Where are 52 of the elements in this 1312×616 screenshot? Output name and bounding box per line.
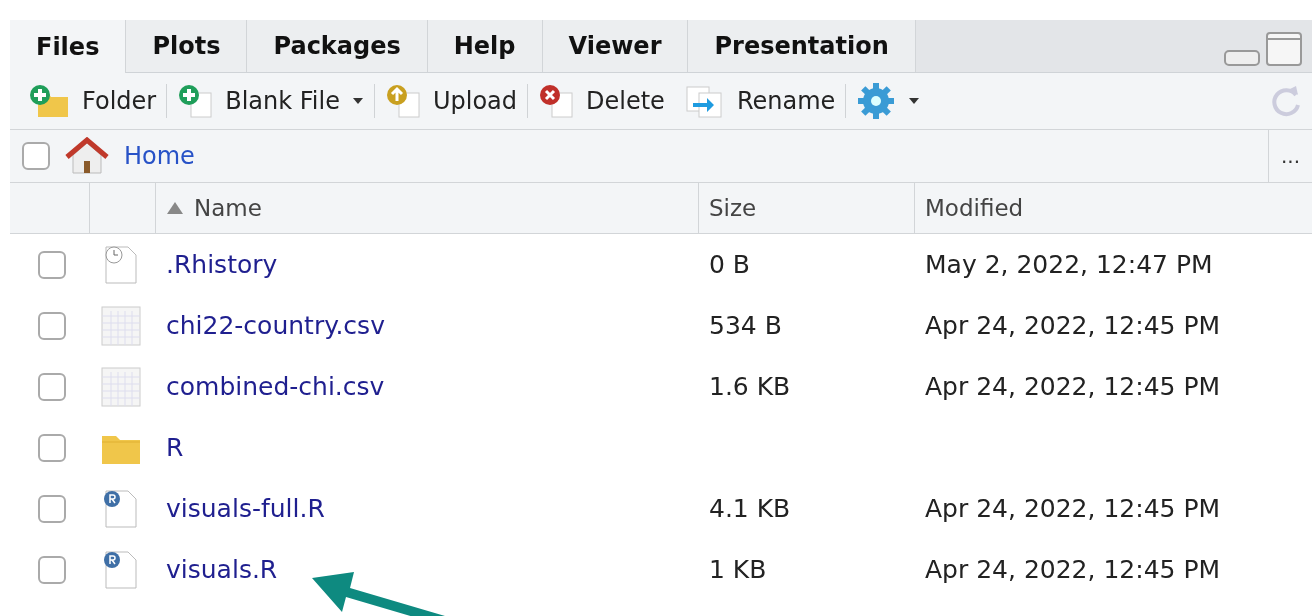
minimize-icon[interactable]: [1224, 50, 1260, 66]
row-checkbox[interactable]: [38, 311, 66, 340]
modified-column-header[interactable]: Modified: [915, 183, 1312, 234]
column-label: Name: [194, 195, 262, 221]
tab[interactable]: Presentation: [688, 20, 916, 72]
file-name-link[interactable]: combined-chi.csv: [166, 372, 385, 401]
modified-date: Apr 24, 2022, 12:45 PM: [925, 494, 1221, 523]
new-file-icon: [177, 83, 214, 119]
tab[interactable]: Packages: [247, 20, 428, 72]
sort-ascending-icon: [166, 201, 184, 215]
file-name-link[interactable]: visuals-full.R: [166, 494, 325, 523]
modified-date: Apr 24, 2022, 12:45 PM: [925, 311, 1221, 340]
tab[interactable]: Help: [427, 20, 543, 72]
row-checkbox[interactable]: [38, 372, 66, 401]
name-column-header[interactable]: Name: [156, 183, 699, 234]
file-size: 1.6 KB: [709, 372, 791, 401]
row-checkbox[interactable]: [38, 250, 66, 279]
tab[interactable]: Viewer: [542, 20, 689, 72]
upload-icon: [384, 83, 421, 119]
rename-icon: [684, 83, 725, 119]
file-name-link[interactable]: R: [166, 433, 184, 462]
home-link[interactable]: Home: [124, 142, 195, 170]
file-name-link[interactable]: chi22-country.csv: [166, 311, 385, 340]
toolbar-button[interactable]: Folder: [18, 73, 167, 129]
size-column-header[interactable]: Size: [699, 183, 915, 234]
modified-date: May 2, 2022, 12:47 PM: [925, 250, 1213, 279]
spreadsheet-file-icon: [100, 304, 142, 347]
spreadsheet-file-icon: [100, 365, 142, 408]
file-size: 0 B: [709, 250, 750, 279]
toolbar-button[interactable]: Blank File: [167, 73, 374, 129]
toolbar-button[interactable]: Rename: [674, 73, 846, 129]
row-checkbox[interactable]: [38, 555, 66, 584]
row-checkbox[interactable]: [38, 433, 66, 462]
file-size: 1 KB: [709, 555, 767, 584]
tab[interactable]: Files: [10, 20, 127, 73]
maximize-icon[interactable]: [1266, 32, 1302, 66]
modified-date: Apr 24, 2022, 12:45 PM: [925, 372, 1221, 401]
file-name-link[interactable]: .Rhistory: [166, 250, 278, 279]
file-name-link[interactable]: visuals.R: [166, 555, 278, 584]
delete-icon: [538, 83, 574, 119]
gear-icon: [856, 81, 897, 121]
new-folder-icon: [28, 83, 70, 119]
toolbar-button[interactable]: Upload: [374, 73, 527, 129]
file-size: 4.1 KB: [709, 494, 791, 523]
tab[interactable]: Plots: [126, 20, 248, 72]
file-size: 534 B: [709, 311, 782, 340]
more-button[interactable]: ...: [1267, 130, 1312, 182]
select-all-checkbox[interactable]: [22, 142, 50, 170]
row-checkbox[interactable]: [38, 494, 66, 523]
toolbar-button[interactable]: Delete: [528, 73, 675, 129]
home-icon[interactable]: [64, 137, 110, 175]
modified-date: Apr 24, 2022, 12:45 PM: [925, 555, 1221, 584]
